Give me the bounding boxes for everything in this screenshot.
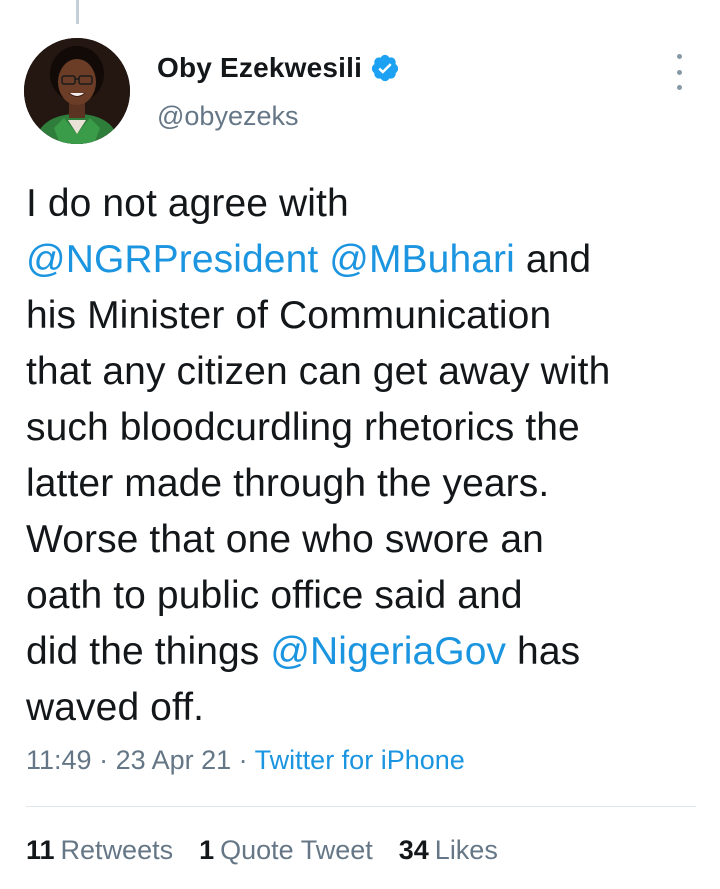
quote-tweets-label: Quote Tweet xyxy=(220,835,373,865)
tweet-meta: 11:49 · 23 Apr 21 · Twitter for iPhone xyxy=(26,745,465,776)
more-vertical-icon xyxy=(676,54,682,59)
tweet-stats: 11 Retweets 1 Quote Tweet 34 Likes xyxy=(26,835,524,866)
verified-badge-icon xyxy=(370,53,400,83)
retweets-stat[interactable]: 11 Retweets xyxy=(26,835,173,866)
tweet-text-line: oath to public office said and xyxy=(26,568,696,624)
thread-connector-line xyxy=(76,0,79,24)
tweet-text-segment: did the things xyxy=(26,630,271,673)
divider xyxy=(26,806,696,807)
retweets-count: 11 xyxy=(26,835,55,865)
tweet-text-line: latter made through the years. xyxy=(26,456,696,512)
avatar-image xyxy=(24,38,130,144)
more-vertical-icon-dot xyxy=(676,85,682,90)
more-options-button[interactable] xyxy=(664,54,694,90)
avatar[interactable] xyxy=(24,38,130,144)
author-handle[interactable]: @obyezeks xyxy=(157,101,298,132)
tweet-text-segment: that any citizen can get away with xyxy=(26,350,611,393)
quote-tweets-stat[interactable]: 1 Quote Tweet xyxy=(199,835,373,866)
tweet-source-link[interactable]: Twitter for iPhone xyxy=(255,745,465,775)
likes-count: 34 xyxy=(398,835,429,865)
tweet-text-segment: Worse that one who swore an xyxy=(26,518,544,561)
tweet-time[interactable]: 11:49 xyxy=(26,745,92,775)
tweet-text-line: such bloodcurdling rhetorics the xyxy=(26,400,696,456)
tweet-text-segment: I do not agree with xyxy=(26,182,349,225)
tweet-date[interactable]: 23 Apr 21 xyxy=(116,745,232,775)
mention-link[interactable]: @MBuhari xyxy=(329,238,515,281)
tweet-text-segment: and xyxy=(514,238,592,281)
tweet-text: I do not agree with @NGRPresident @MBuhar… xyxy=(26,176,696,736)
tweet-text-line: @NGRPresident @MBuhari and xyxy=(26,232,696,288)
tweet-text-segment: has xyxy=(506,630,581,673)
mention-link[interactable]: @NigeriaGov xyxy=(270,630,506,673)
tweet-text-line: that any citizen can get away with xyxy=(26,344,696,400)
mention-link[interactable]: @NGRPresident xyxy=(26,238,318,281)
retweets-label: Retweets xyxy=(60,835,174,865)
tweet-text-line: Worse that one who swore an xyxy=(26,512,696,568)
quote-tweets-count: 1 xyxy=(199,835,215,865)
likes-stat[interactable]: 34 Likes xyxy=(399,835,498,866)
tweet-text-line: did the things @NigeriaGov has xyxy=(26,624,696,680)
tweet-text-line: waved off. xyxy=(26,680,696,736)
tweet-text-line: I do not agree with xyxy=(26,176,696,232)
author-name-row[interactable]: Oby Ezekwesili xyxy=(157,52,400,84)
tweet-text-segment: latter made through the years. xyxy=(26,462,550,505)
more-vertical-icon-dot xyxy=(676,69,682,75)
tweet-text-segment: his Minister of Communication xyxy=(26,294,552,337)
tweet-text-line: his Minister of Communication xyxy=(26,288,696,344)
meta-separator: · xyxy=(231,745,255,775)
likes-label: Likes xyxy=(434,835,498,865)
tweet-text-segment: such bloodcurdling rhetorics the xyxy=(26,406,580,449)
author-display-name[interactable]: Oby Ezekwesili xyxy=(157,52,362,84)
tweet-text-segment: waved off. xyxy=(26,686,205,729)
tweet-text-segment xyxy=(318,238,329,281)
meta-separator: · xyxy=(91,745,116,775)
tweet-text-segment: oath to public office said and xyxy=(26,574,523,617)
